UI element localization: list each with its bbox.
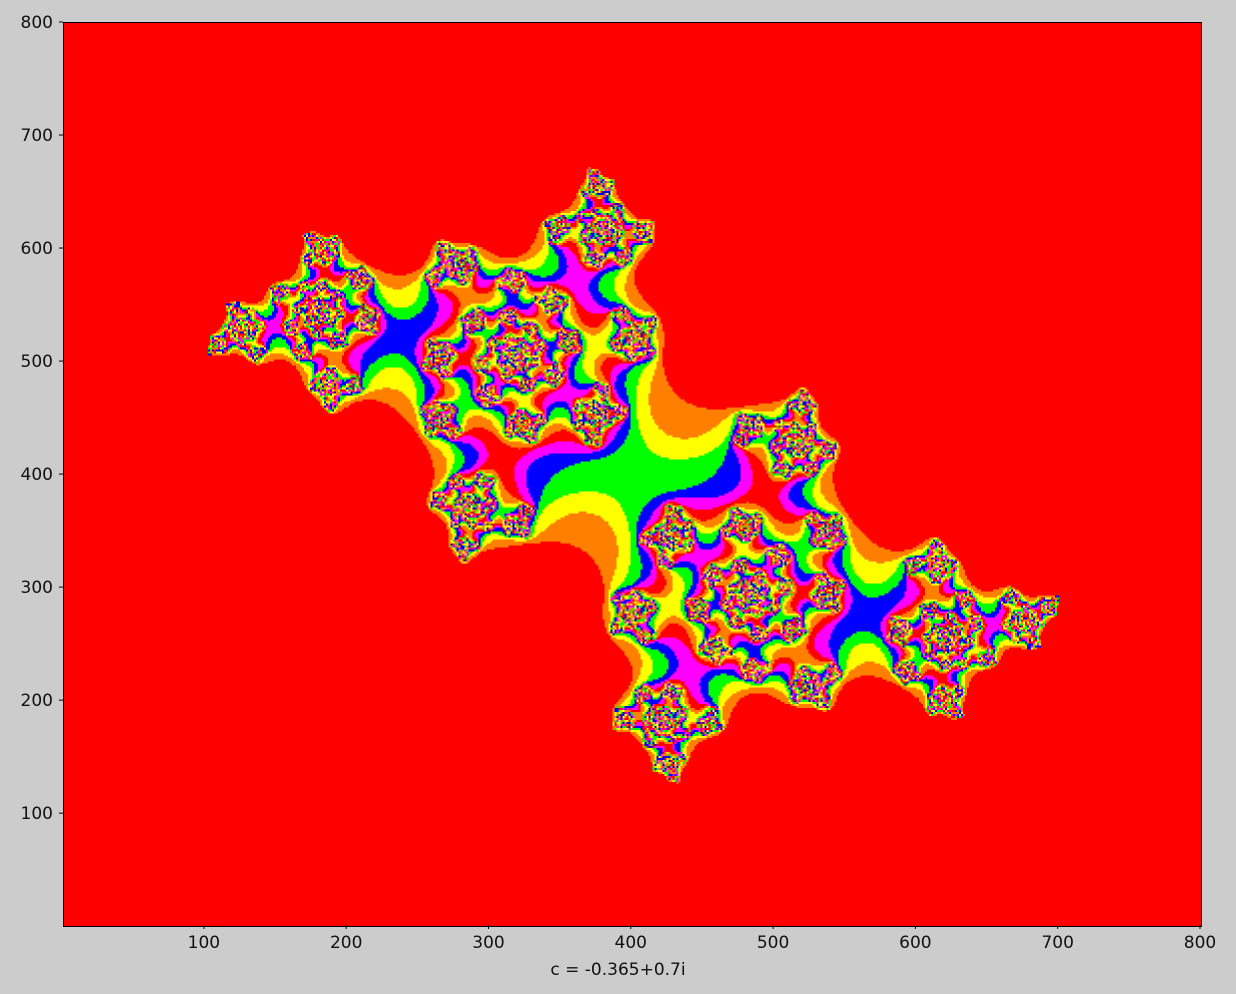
x-tick-label: 200	[330, 933, 362, 953]
y-tick-label: 700	[21, 126, 53, 146]
x-tick-label: 300	[472, 933, 504, 953]
y-tick-label: 100	[21, 804, 53, 824]
x-tick-label: 600	[899, 933, 931, 953]
y-tick-label: 200	[21, 691, 53, 711]
y-tick-label: 400	[21, 465, 53, 485]
julia-set-figure: 100 200 300 400 500 600 700 800 100 200 300 400 500 6…	[0, 0, 1236, 994]
y-tick-label: 500	[21, 352, 53, 372]
x-tick-label: 500	[757, 933, 789, 953]
axes: 100 200 300 400 500 600 700 800 100 200 300 400 500 6…	[21, 13, 1217, 953]
x-tick-label: 400	[615, 933, 647, 953]
y-tick-label: 300	[21, 578, 53, 598]
x-axis-label: c = -0.365+0.7i	[550, 960, 686, 980]
y-tick-label: 600	[21, 239, 53, 259]
y-tick-label: 800	[21, 13, 53, 33]
x-tick-label: 100	[188, 933, 220, 953]
x-tick-label: 700	[1041, 933, 1073, 953]
x-tick-label: 800	[1184, 933, 1216, 953]
